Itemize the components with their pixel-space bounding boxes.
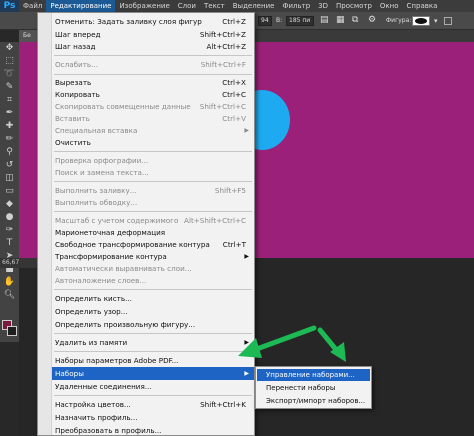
menu-item-define-brush[interactable]: Определить кисть... xyxy=(52,292,254,305)
dodge-tool-icon[interactable]: ● xyxy=(0,211,19,224)
menu-separator xyxy=(54,55,252,56)
menu-item-define-pattern[interactable]: Определить узор... xyxy=(52,305,254,318)
menu-item-color-settings[interactable]: Настройка цветов... Shift+Ctrl+K xyxy=(52,398,254,411)
zoom-readout[interactable]: 66,67 xyxy=(0,258,40,268)
menu-item-stroke[interactable]: Выполнить обводку... xyxy=(52,196,254,209)
stack-icon[interactable]: ⧉ xyxy=(352,15,358,25)
menu-separator xyxy=(54,151,252,152)
menu-image[interactable]: Изображение xyxy=(115,0,173,12)
quick-select-tool-icon[interactable]: ✎ xyxy=(0,81,19,94)
menu-file[interactable]: Файл xyxy=(19,0,46,12)
zoom-tool-icon[interactable]: 🔍︎ xyxy=(0,289,19,302)
submenu-item-export-import-presets[interactable]: Экспорт/импорт наборов... xyxy=(257,395,370,407)
gradient-tool-icon[interactable]: ▭ xyxy=(0,185,19,198)
shape-picker[interactable] xyxy=(412,16,430,26)
menubar: Ps Файл Редактирование Изображение Слои … xyxy=(0,0,474,12)
menu-separator xyxy=(54,395,252,396)
menu-item-purge[interactable]: Удалить из памяти ▶ xyxy=(52,336,254,349)
menu-layers[interactable]: Слои xyxy=(174,0,200,12)
arrange-icon[interactable]: ▦ xyxy=(336,15,345,25)
chevron-down-icon[interactable]: ▾ xyxy=(434,17,438,25)
menu-item-remote-connections[interactable]: Удаленные соединения... xyxy=(52,380,254,393)
hand-tool-icon[interactable]: ✋ xyxy=(0,276,19,289)
menu-separator xyxy=(54,351,252,352)
presets-submenu: Управление наборами... Перенести наборы … xyxy=(255,366,372,409)
submenu-arrow-icon: ▶ xyxy=(244,339,249,346)
menu-separator xyxy=(54,333,252,334)
stamp-tool-icon[interactable]: ⚲ xyxy=(0,146,19,159)
settings-gear-icon[interactable]: ⚙ xyxy=(368,15,376,25)
menu-item-undo[interactable]: Отменить: Задать заливку слоя фигур Ctrl+… xyxy=(52,15,254,28)
eyedropper-tool-icon[interactable]: ✒ xyxy=(0,107,19,120)
menu-3d[interactable]: 3D xyxy=(314,0,332,12)
menu-item-adobe-pdf-presets[interactable]: Наборы параметров Adobe PDF... xyxy=(52,354,254,367)
edit-menu: Отменить: Задать заливку слоя фигур Ctrl+… xyxy=(37,12,255,436)
width-field[interactable]: 94 xyxy=(258,16,272,26)
menu-item-find-replace[interactable]: Поиск и замена текста... xyxy=(52,166,254,179)
speech-bubble-icon xyxy=(415,18,427,24)
menu-filter[interactable]: Фильтр xyxy=(278,0,314,12)
align-icon[interactable]: ▤ xyxy=(320,15,329,25)
menu-type[interactable]: Текст xyxy=(200,0,229,12)
menu-separator xyxy=(54,211,252,212)
brush-tool-icon[interactable]: ✏ xyxy=(0,133,19,146)
menu-item-presets[interactable]: Наборы ▶ xyxy=(52,367,254,380)
photoshop-logo: Ps xyxy=(0,0,19,12)
height-label: В: xyxy=(276,17,283,24)
submenu-arrow-icon: ▶ xyxy=(244,370,249,377)
menu-item-auto-blend-layers[interactable]: Автоналожение слоев... xyxy=(52,274,254,287)
menu-help[interactable]: Справка xyxy=(403,0,442,12)
shape-label: Фигура: xyxy=(386,17,412,24)
menu-view[interactable]: Просмотр xyxy=(332,0,376,12)
menu-item-define-custom-shape[interactable]: Определить произвольную фигуру... xyxy=(52,318,254,331)
menu-gutter xyxy=(38,13,52,435)
eraser-tool-icon[interactable]: ◫ xyxy=(0,172,19,185)
marquee-tool-icon[interactable]: ⬚ xyxy=(0,55,19,68)
height-field[interactable]: 185 пи xyxy=(286,16,314,26)
pen-tool-icon[interactable]: ✑ xyxy=(0,224,19,237)
menu-item-assign-profile[interactable]: Назначить профиль... xyxy=(52,411,254,424)
type-tool-icon[interactable]: T xyxy=(0,237,19,250)
healing-tool-icon[interactable]: ✚ xyxy=(0,120,19,133)
menu-item-step-backward[interactable]: Шаг назад Alt+Ctrl+Z xyxy=(52,40,254,53)
background-color-swatch[interactable] xyxy=(7,326,17,336)
toolbox: ✥ ⬚ ➰ ✎ ⌗ ✒ ✚ ✏ ⚲ ↺ ◫ ▭ ◆ ● ✑ T ➤ ■ ✋ 🔍︎ xyxy=(0,42,19,342)
menu-item-clear[interactable]: Очистить xyxy=(52,136,254,149)
menu-window[interactable]: Окно xyxy=(376,0,403,12)
history-brush-tool-icon[interactable]: ↺ xyxy=(0,159,19,172)
menu-separator xyxy=(54,74,252,75)
crop-tool-icon[interactable]: ⌗ xyxy=(0,94,19,107)
move-tool-icon[interactable]: ✥ xyxy=(0,42,19,55)
menu-item-convert-to-profile[interactable]: Преобразовать в профиль... xyxy=(52,424,254,435)
submenu-item-migrate-presets[interactable]: Перенести наборы xyxy=(257,382,370,394)
menu-select[interactable]: Выделение xyxy=(229,0,279,12)
menu-item-fade[interactable]: Ослабить... Shift+Ctrl+F xyxy=(52,58,254,71)
menu-separator xyxy=(54,289,252,290)
align-edges-checkbox[interactable] xyxy=(444,17,452,25)
lasso-tool-icon[interactable]: ➰ xyxy=(0,68,19,81)
submenu-item-preset-manager[interactable]: Управление наборами... xyxy=(257,369,370,381)
blur-tool-icon[interactable]: ◆ xyxy=(0,198,19,211)
menu-edit[interactable]: Редактирование xyxy=(46,0,116,12)
menu-separator xyxy=(54,181,252,182)
